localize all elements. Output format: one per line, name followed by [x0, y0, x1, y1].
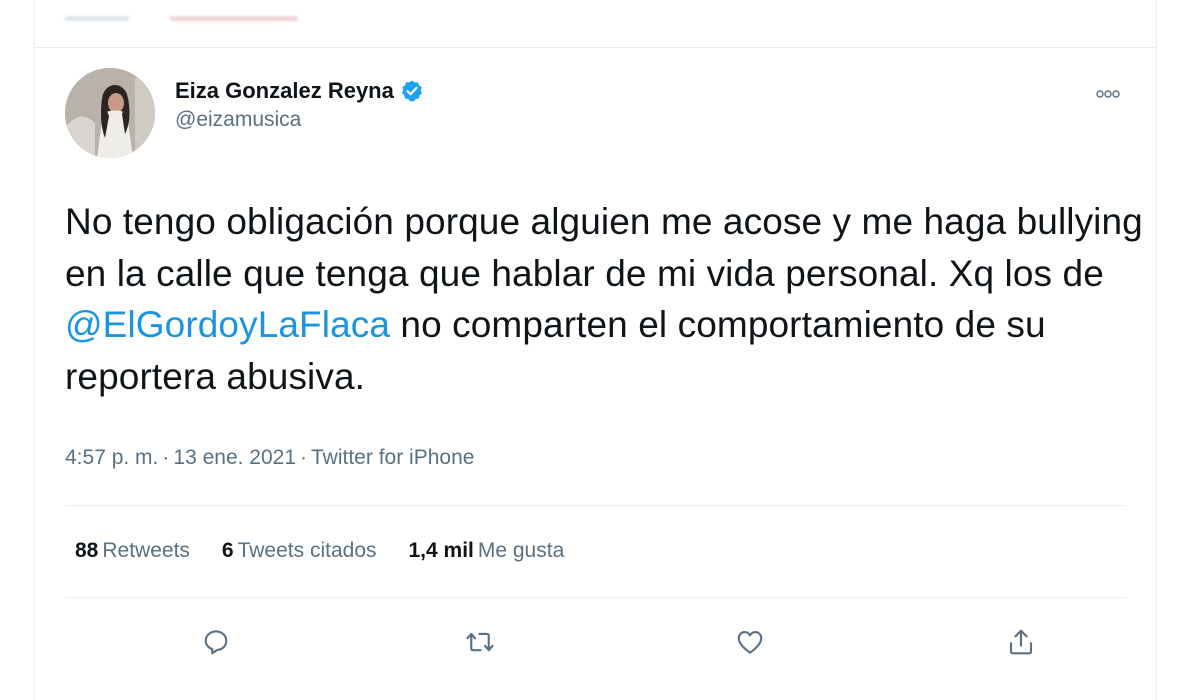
blurred-previous-content: ▬▬▬▬	[65, 8, 129, 25]
retweet-button[interactable]	[460, 622, 500, 662]
author-block: Eiza Gonzalez Reyna @eizamusica	[175, 78, 424, 132]
divider	[65, 505, 1126, 506]
divider	[65, 597, 1126, 598]
reply-icon	[204, 630, 228, 655]
avatar[interactable]	[65, 68, 155, 158]
mention-link[interactable]: @ElGordoyLaFlaca	[65, 304, 390, 345]
more-options-icon[interactable]	[1091, 86, 1125, 102]
share-icon	[1009, 629, 1033, 655]
tweet-header: Eiza Gonzalez Reyna @eizamusica	[65, 68, 1125, 162]
verified-badge-icon	[400, 79, 424, 103]
tweet-date[interactable]: 13 ene. 2021	[173, 446, 296, 469]
likes-count: 1,4 mil	[408, 539, 474, 562]
meta-separator: ·	[300, 446, 308, 469]
quotes-stat[interactable]: 6 Tweets citados	[222, 539, 377, 563]
tweet-time[interactable]: 4:57 p. m.	[65, 446, 158, 469]
action-bar	[65, 618, 1126, 668]
like-icon	[737, 630, 763, 654]
tweet-card: ▬▬▬▬ ▬▬▬▬▬▬▬▬ Eiza Gonzalez Reyna @eizam…	[34, 0, 1157, 700]
top-divider	[35, 47, 1156, 48]
name-row: Eiza Gonzalez Reyna	[175, 78, 424, 104]
retweets-label: Retweets	[102, 539, 190, 562]
retweets-count: 88	[75, 539, 99, 562]
tweet-source[interactable]: Twitter for iPhone	[311, 446, 474, 469]
tweet-metadata: 4:57 p. m. · 13 ene. 2021 · Twitter for iPho…	[65, 446, 474, 470]
quotes-count: 6	[221, 539, 234, 562]
share-button[interactable]	[1001, 622, 1041, 662]
author-display-name[interactable]: Eiza Gonzalez Reyna	[175, 78, 394, 104]
tweet-text-part-1: No tengo obligación porque alguien me ac…	[65, 201, 1143, 294]
tweet-text: No tengo obligación porque alguien me ac…	[65, 196, 1145, 402]
likes-stat[interactable]: 1,4 mil Me gusta	[409, 539, 565, 563]
reply-button[interactable]	[196, 622, 236, 662]
blurred-previous-content-accent: ▬▬▬▬▬▬▬▬	[170, 8, 298, 25]
retweet-icon	[466, 632, 494, 652]
author-handle[interactable]: @eizamusica	[175, 108, 424, 132]
meta-separator: ·	[162, 446, 170, 469]
like-button[interactable]	[730, 622, 770, 662]
retweets-stat[interactable]: 88 Retweets	[75, 539, 190, 563]
avatar-photo	[65, 68, 155, 158]
quotes-label: Tweets citados	[237, 539, 377, 562]
likes-label: Me gusta	[477, 539, 565, 562]
engagement-stats: 88 Retweets 6 Tweets citados 1,4 mil Me gus…	[75, 539, 564, 563]
